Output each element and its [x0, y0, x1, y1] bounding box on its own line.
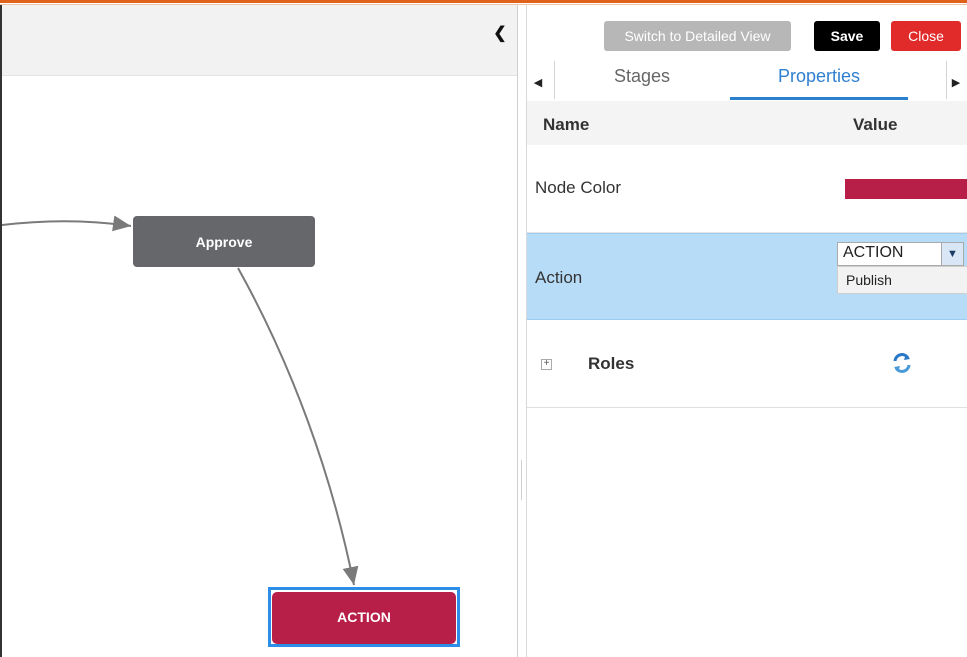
column-header-value: Value — [853, 115, 898, 134]
node-approve-label: Approve — [195, 234, 253, 250]
property-row-roles[interactable]: + Roles — [527, 320, 967, 408]
properties-panel: Switch to Detailed View Save Close ◀ Sta… — [526, 5, 967, 657]
workflow-canvas[interactable]: ❮ Approve ACTION — [0, 5, 517, 657]
node-action[interactable]: ACTION — [272, 592, 456, 644]
property-label-roles: Roles — [588, 354, 635, 373]
tab-scroll-left-icon[interactable]: ◀ — [531, 73, 545, 93]
top-accent-bar — [0, 0, 967, 3]
column-header-name: Name — [543, 115, 590, 134]
grid-header: Name Value — [527, 101, 967, 145]
node-action-label: ACTION — [337, 609, 391, 625]
action-option-list: Publish — [837, 266, 967, 294]
close-button[interactable]: Close — [891, 21, 961, 51]
property-label-node-color: Node Color — [535, 178, 621, 197]
expand-plus-icon[interactable]: + — [541, 359, 552, 370]
tab-separator — [946, 61, 947, 99]
panel-tabs: ◀ Stages Properties ▶ — [527, 59, 967, 101]
switch-detailed-view-button[interactable]: Switch to Detailed View — [604, 21, 791, 51]
tab-scroll-right-icon[interactable]: ▶ — [949, 73, 963, 93]
node-approve[interactable]: Approve — [133, 216, 315, 267]
save-button[interactable]: Save — [814, 21, 880, 51]
edge-approve-to-action — [237, 267, 359, 586]
tab-properties[interactable]: Properties — [730, 65, 908, 97]
panel-splitter[interactable] — [517, 5, 526, 657]
action-option-publish[interactable]: Publish — [846, 272, 892, 288]
edge-incoming-approve — [2, 215, 132, 232]
tab-stages[interactable]: Stages — [582, 65, 702, 97]
dropdown-arrow-icon[interactable]: ▼ — [941, 243, 963, 265]
action-select-value: ACTION — [843, 244, 904, 261]
action-select[interactable]: ACTION ▼ — [837, 242, 964, 266]
property-row-action[interactable]: Action ACTION ▼ Publish — [527, 233, 967, 320]
tab-separator — [554, 61, 555, 99]
refresh-icon[interactable] — [891, 352, 913, 374]
property-row-node-color[interactable]: Node Color — [527, 145, 967, 233]
splitter-grip[interactable] — [521, 460, 524, 500]
node-color-swatch[interactable] — [845, 179, 967, 199]
property-label-action: Action — [535, 268, 583, 287]
active-tab-indicator — [730, 97, 908, 100]
workflow-edges — [2, 215, 359, 586]
